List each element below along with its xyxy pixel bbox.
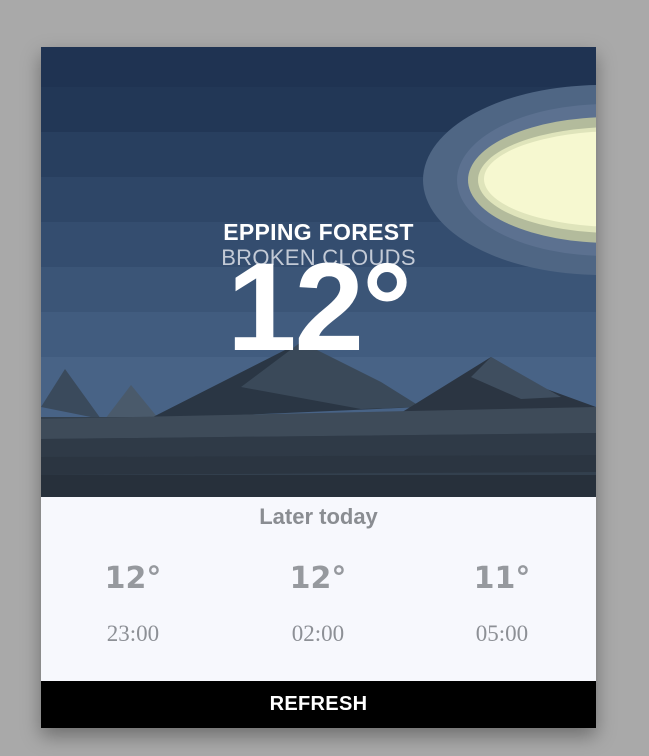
forecast-temp: 12°	[104, 561, 162, 596]
forecast-temp: 11°	[473, 561, 531, 596]
later-today-heading: Later today	[259, 504, 378, 529]
weather-hero: EPPING FOREST BROKEN CLOUDS 12°	[41, 47, 596, 497]
forecast-item: 11° 05:00	[432, 559, 572, 647]
forecast-time: 05:00	[475, 621, 529, 646]
weather-card: EPPING FOREST BROKEN CLOUDS 12° Later to…	[41, 47, 596, 728]
forecast-time: 02:00	[291, 621, 345, 646]
forecast-item: 12° 02:00	[248, 559, 388, 647]
current-temperature: 12°	[226, 238, 412, 377]
forecast-item: 12° 23:00	[63, 559, 203, 647]
forecast-time: 23:00	[106, 621, 160, 646]
refresh-button[interactable]: REFRESH	[41, 681, 596, 728]
hourly-forecast: 12° 23:00 12° 02:00 11° 05:00	[41, 559, 596, 659]
forecast-temp: 12°	[289, 561, 347, 596]
